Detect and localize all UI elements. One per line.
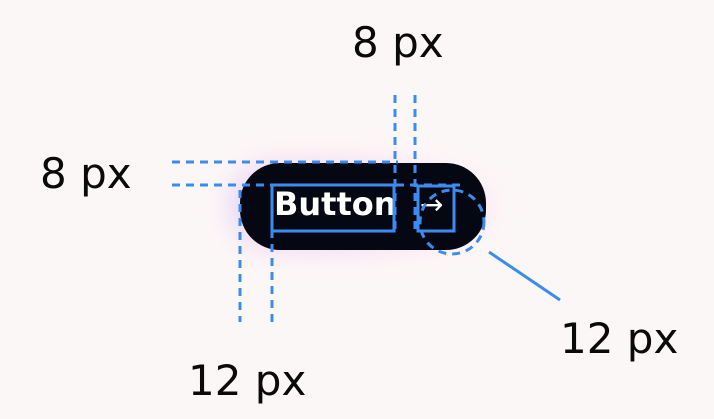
- left-gap-label: 8 px: [40, 149, 132, 198]
- radius-callout-line: [488, 250, 561, 302]
- top-gap-label: 8 px: [352, 18, 444, 67]
- label-bounds-box: [270, 183, 396, 233]
- right-gap-label: 12 px: [560, 314, 679, 363]
- radius-indicator: [418, 188, 486, 256]
- spacing-diagram: Button → 8 px 8 px 12 px 12 px: [0, 0, 714, 419]
- bottom-gap-label: 12 px: [188, 356, 307, 405]
